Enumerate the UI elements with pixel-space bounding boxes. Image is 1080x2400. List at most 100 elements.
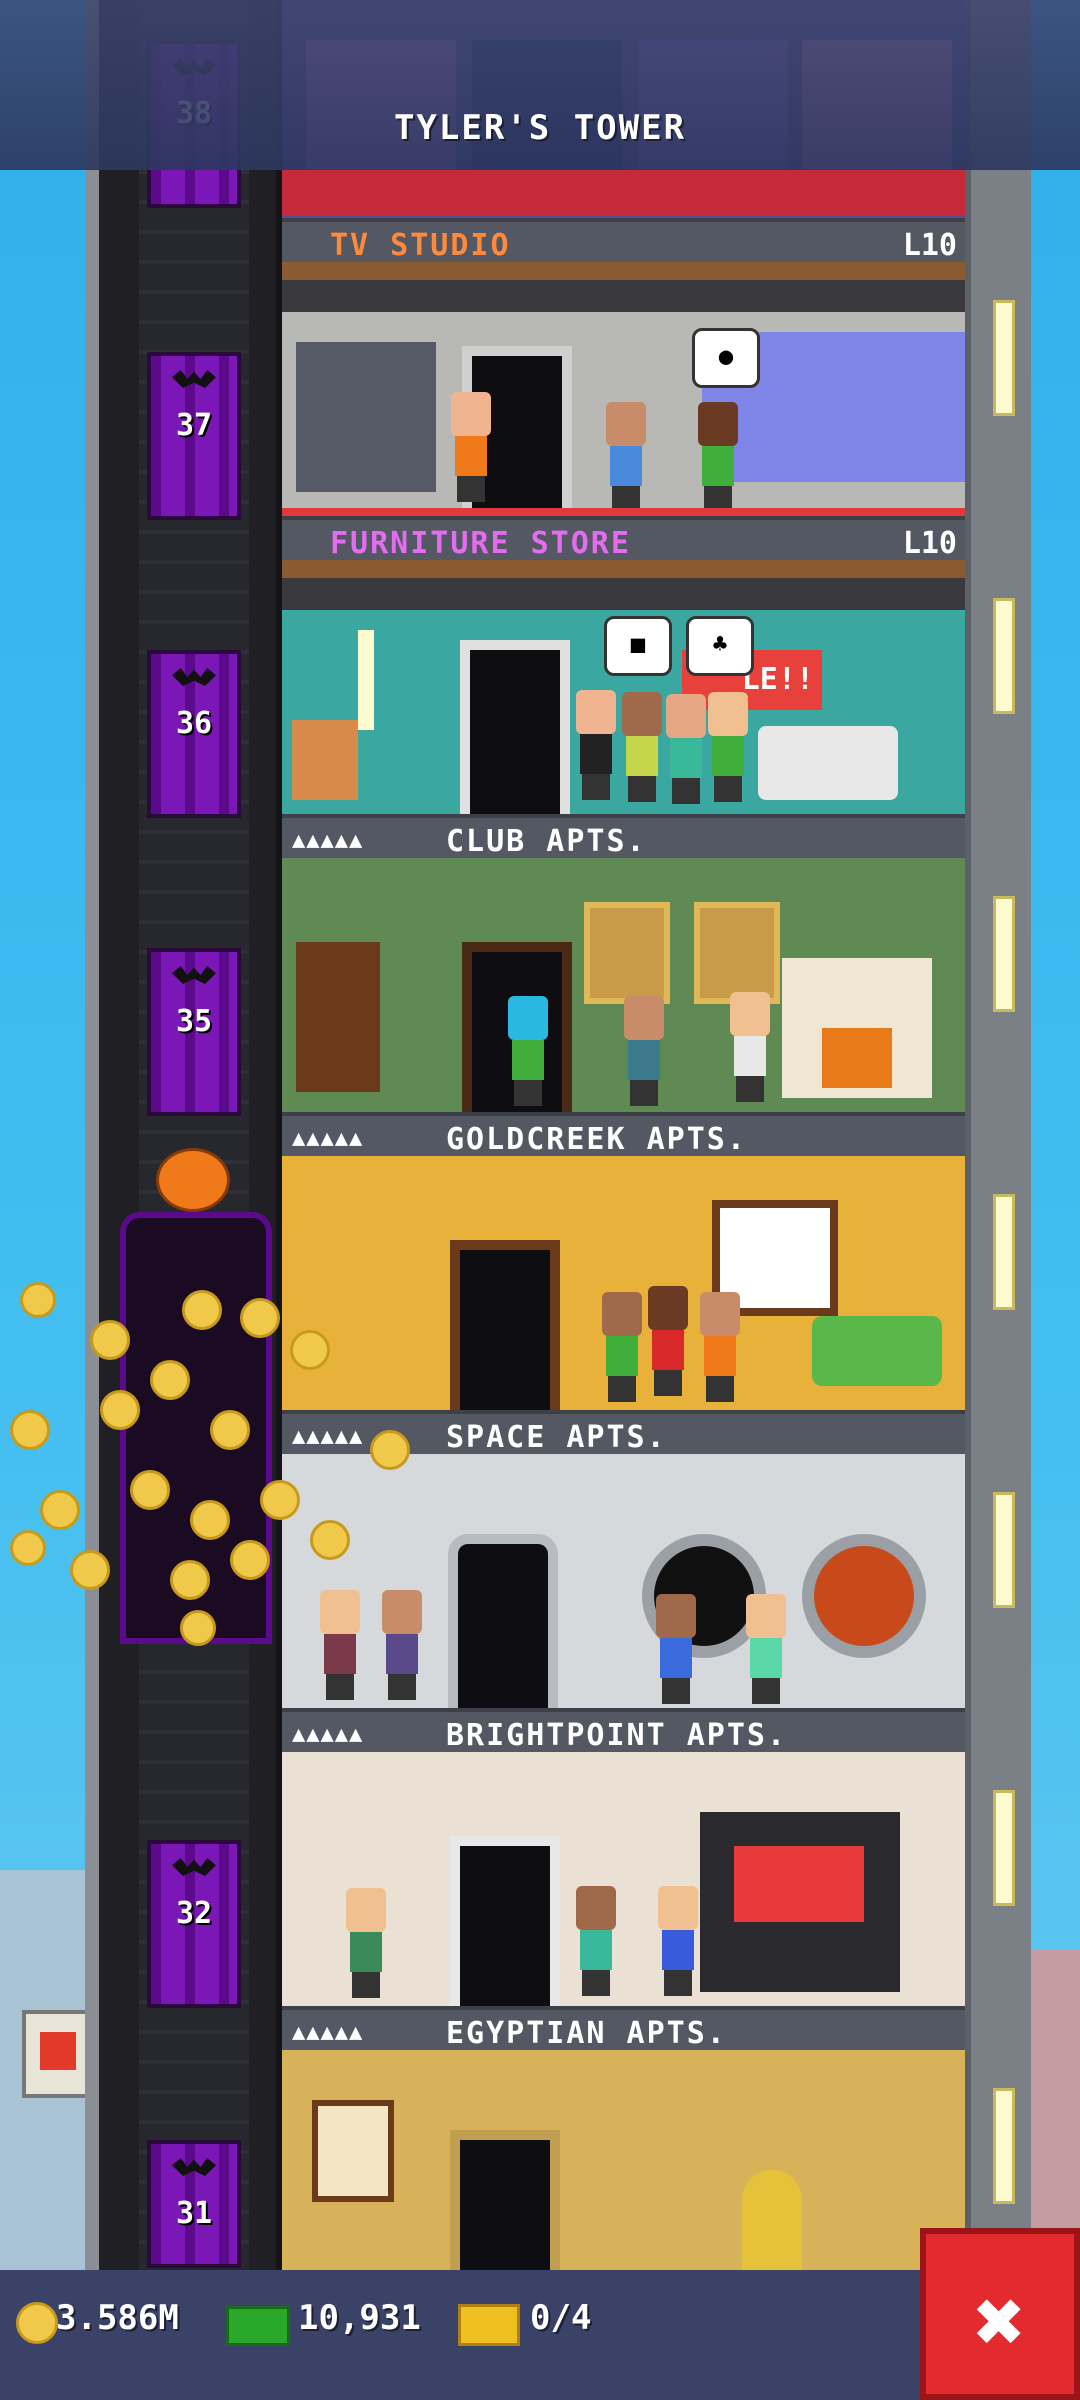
bat-icon	[172, 668, 216, 686]
floor-name: FURNITURE STORE	[330, 526, 631, 561]
floor-egyptian-apts[interactable]: ▲▲▲▲▲ EGYPTIAN APTS.	[282, 2006, 965, 2270]
floor-furniture-store[interactable]: FURNITURE STORE L10 LE!! ■ ♣	[282, 516, 965, 814]
coins-count[interactable]: 3.586M	[56, 2298, 179, 2338]
coin-icon	[190, 1500, 230, 1540]
shaft-floor-31[interactable]: 31	[147, 2140, 241, 2268]
ceiling-beam	[282, 560, 965, 578]
tenant-person[interactable]	[572, 1886, 618, 1998]
shaft-floor-36[interactable]: 36	[147, 650, 241, 818]
shaft-floor-32[interactable]: 32	[147, 1840, 241, 2008]
shaft-floor-35[interactable]: 35	[147, 948, 241, 1116]
tenant-person[interactable]	[342, 1888, 388, 2000]
bux-icon	[226, 2306, 290, 2346]
coin-icon	[230, 1540, 270, 1580]
window-light	[993, 300, 1015, 416]
coin-icon	[290, 1330, 330, 1370]
bat-icon	[172, 2158, 216, 2176]
fries-icon	[40, 2032, 76, 2070]
chair-icon: ■	[630, 630, 646, 658]
ceiling-beam	[282, 262, 965, 280]
coin-icon	[70, 1550, 110, 1590]
floor-name: CLUB APTS.	[446, 824, 647, 859]
tenant-person[interactable]	[602, 402, 648, 514]
egyptian-apts-room	[282, 2050, 965, 2270]
floor-stripe	[282, 508, 965, 516]
space-apts-room	[282, 1454, 965, 1708]
studio-stage	[282, 170, 965, 216]
portrait	[694, 902, 780, 1004]
floor-name: GOLDCREEK APTS.	[446, 1122, 747, 1157]
tenant-person[interactable]	[644, 1286, 690, 1398]
room-door[interactable]	[450, 2130, 560, 2270]
floor-tv-studio[interactable]: TV STUDIO L10 ●	[282, 218, 965, 516]
room-door[interactable]	[448, 1534, 558, 1708]
speech-bubble[interactable]: ♣	[686, 616, 754, 676]
bux-count[interactable]: 10,931	[298, 2298, 421, 2338]
coin-icon	[40, 1490, 80, 1530]
tenant-person[interactable]	[620, 996, 666, 1108]
tenant-person[interactable]	[316, 1590, 362, 1702]
tenant-person[interactable]	[618, 692, 664, 804]
tenant-person[interactable]	[447, 392, 493, 504]
floor-name: TV STUDIO	[330, 228, 511, 263]
coin-icon	[16, 2302, 58, 2344]
coin-icon	[180, 1610, 216, 1646]
plant-icon: ♣	[712, 630, 728, 658]
shaft-floor-number: 32	[175, 1896, 213, 1931]
tenant-person[interactable]	[378, 1590, 424, 1702]
coin-icon	[100, 1390, 140, 1430]
window-light	[993, 1492, 1015, 1608]
window-light	[993, 598, 1015, 714]
brightpoint-apts-room	[282, 1752, 965, 2006]
coin-icon	[182, 1290, 222, 1330]
tenant-person[interactable]	[662, 694, 708, 806]
window-light	[993, 896, 1015, 1012]
tenant-person[interactable]	[742, 1594, 788, 1706]
bat-icon	[172, 1858, 216, 1876]
tower-title[interactable]: TYLER'S TOWER	[0, 108, 1080, 148]
tower-right-wall	[965, 0, 1031, 2270]
floor-level: L10	[902, 228, 957, 263]
close-button[interactable]: ✖	[920, 2228, 1080, 2400]
furniture-store-room: LE!! ■ ♣	[282, 560, 965, 814]
tenant-person[interactable]	[654, 1886, 700, 1998]
porthole-window	[802, 1534, 926, 1658]
tickets-count[interactable]: 0/4	[530, 2298, 591, 2338]
coin-icon	[310, 1520, 350, 1560]
tenant-person[interactable]	[598, 1292, 644, 1404]
floor-level: L10	[902, 526, 957, 561]
rating-stars: ▲▲▲▲▲	[292, 1722, 364, 1747]
window-light	[993, 1194, 1015, 1310]
floor-goldcreek-apts[interactable]: ▲▲▲▲▲ GOLDCREEK APTS.	[282, 1112, 965, 1410]
room-door[interactable]	[450, 1240, 560, 1410]
portrait	[584, 902, 670, 1004]
window-light	[993, 1790, 1015, 1906]
coin-icon	[130, 1470, 170, 1510]
tenant-person[interactable]	[704, 692, 750, 804]
tenant-person[interactable]	[652, 1594, 698, 1706]
speech-bubble[interactable]: ●	[692, 328, 760, 388]
floor-brightpoint-apts[interactable]: ▲▲▲▲▲ BRIGHTPOINT APTS.	[282, 1708, 965, 2006]
pumpkin-icon	[156, 1148, 230, 1212]
room-door[interactable]	[450, 1836, 560, 2006]
tenant-person[interactable]	[726, 992, 772, 1104]
coin-icon	[90, 1320, 130, 1360]
room-door[interactable]	[460, 640, 570, 814]
rating-stars: ▲▲▲▲▲	[292, 2020, 364, 2045]
shaft-floor-number: 31	[175, 2196, 213, 2231]
window-light	[993, 2088, 1015, 2204]
floor-club-apts[interactable]: ▲▲▲▲▲ CLUB APTS.	[282, 814, 965, 1112]
speech-bubble[interactable]: ■	[604, 616, 672, 676]
tenant-person[interactable]	[696, 1292, 742, 1404]
studio-equipment	[296, 342, 436, 492]
armchair	[292, 720, 358, 800]
floor-name: BRIGHTPOINT APTS.	[446, 1718, 788, 1753]
tenant-person[interactable]	[504, 996, 550, 1108]
floor-name: SPACE APTS.	[446, 1420, 667, 1455]
tv-studio-room: ●	[282, 262, 965, 516]
shaft-floor-37[interactable]: 37	[147, 352, 241, 520]
tenant-person[interactable]	[572, 690, 618, 802]
floor-label: ▲▲▲▲▲ CLUB APTS.	[282, 814, 965, 859]
tenant-person[interactable]	[694, 402, 740, 514]
floor-label: ▲▲▲▲▲ GOLDCREEK APTS.	[282, 1112, 965, 1157]
